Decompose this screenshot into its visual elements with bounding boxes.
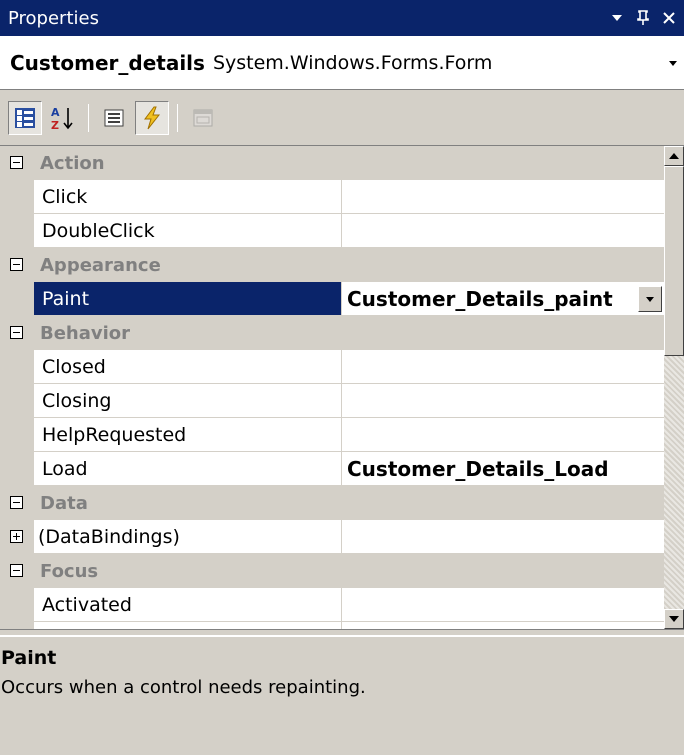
properties-toolbar: A Z [0,90,684,145]
properties-title-bar: Properties [0,0,684,36]
object-selector[interactable]: Customer_details System.Windows.Forms.Fo… [0,36,684,90]
property-row-click[interactable]: Click [0,180,664,214]
category-row-focus[interactable]: Focus [0,554,664,588]
toolbar-separator [88,103,89,132]
categorized-icon[interactable] [8,100,42,135]
property-value[interactable] [342,520,664,554]
svg-text:A: A [51,106,60,119]
property-name[interactable]: HelpRequested [34,418,342,452]
category-label: Behavior [40,322,131,344]
property-row-helprequested[interactable]: HelpRequested [0,418,664,452]
property-grid: Action Click DoubleClick Appearance Pain… [0,145,664,629]
category-row-action[interactable]: Action [0,146,664,180]
window-title: Properties [8,7,99,29]
property-value-field[interactable]: Customer_Details_paint [342,282,664,316]
property-name[interactable]: Paint [34,282,342,316]
scroll-thumb[interactable] [664,166,684,356]
scroll-up-icon[interactable] [664,146,684,166]
description-pane: Paint Occurs when a control needs repain… [0,635,684,755]
property-value[interactable] [342,214,664,248]
property-name[interactable]: Activated [34,588,342,622]
property-name[interactable]: Closing [34,384,342,418]
property-name[interactable]: DoubleClick [34,214,342,248]
chevron-down-icon[interactable] [638,286,662,312]
chevron-down-icon[interactable] [606,7,628,29]
property-value[interactable] [342,588,664,622]
collapse-icon[interactable] [10,258,23,271]
description-title: Paint [1,647,57,669]
property-value[interactable] [342,384,664,418]
property-value[interactable] [342,180,664,214]
description-text: Occurs when a control needs repainting. [1,677,366,698]
property-row-closing[interactable]: Closing [0,384,664,418]
toolbar-separator [177,103,178,132]
pin-icon[interactable] [632,7,654,29]
property-name[interactable]: Closed [34,350,342,384]
object-name: Customer_details [10,51,205,75]
chevron-down-icon[interactable] [662,38,684,88]
property-value: Customer_Details_paint [347,286,613,311]
property-name[interactable]: Load [34,452,342,486]
property-name[interactable]: (DataBindings) [34,520,342,554]
property-value[interactable] [342,418,664,452]
property-row-partial [0,622,664,629]
category-label: Action [40,152,105,174]
collapse-icon[interactable] [10,496,23,509]
expand-icon[interactable] [10,530,23,543]
properties-icon[interactable] [97,101,131,135]
category-label: Appearance [40,254,161,276]
property-row-closed[interactable]: Closed [0,350,664,384]
object-type: System.Windows.Forms.Form [212,52,493,74]
svg-text:Z: Z [51,119,59,131]
events-lightning-icon[interactable] [135,100,169,135]
category-row-behavior[interactable]: Behavior [0,316,664,350]
category-label: Data [40,492,88,514]
collapse-icon[interactable] [10,326,23,339]
vertical-scrollbar[interactable] [664,145,684,629]
category-row-appearance[interactable]: Appearance [0,248,664,282]
alphabetical-sort-icon[interactable]: A Z [46,101,80,135]
category-label: Focus [40,560,99,582]
collapse-icon[interactable] [10,564,23,577]
collapse-icon[interactable] [10,156,23,169]
property-name[interactable]: Click [34,180,342,214]
property-value[interactable] [342,350,664,384]
property-value[interactable]: Customer_Details_Load [342,452,664,486]
property-row-databindings[interactable]: (DataBindings) [0,520,664,554]
property-pages-icon[interactable] [186,101,220,135]
scroll-down-icon[interactable] [664,609,684,629]
close-icon[interactable] [658,7,680,29]
property-row-load[interactable]: Load Customer_Details_Load [0,452,664,486]
category-row-data[interactable]: Data [0,486,664,520]
property-row-paint[interactable]: Paint Customer_Details_paint [0,282,664,316]
property-row-activated[interactable]: Activated [0,588,664,622]
property-row-doubleclick[interactable]: DoubleClick [0,214,664,248]
